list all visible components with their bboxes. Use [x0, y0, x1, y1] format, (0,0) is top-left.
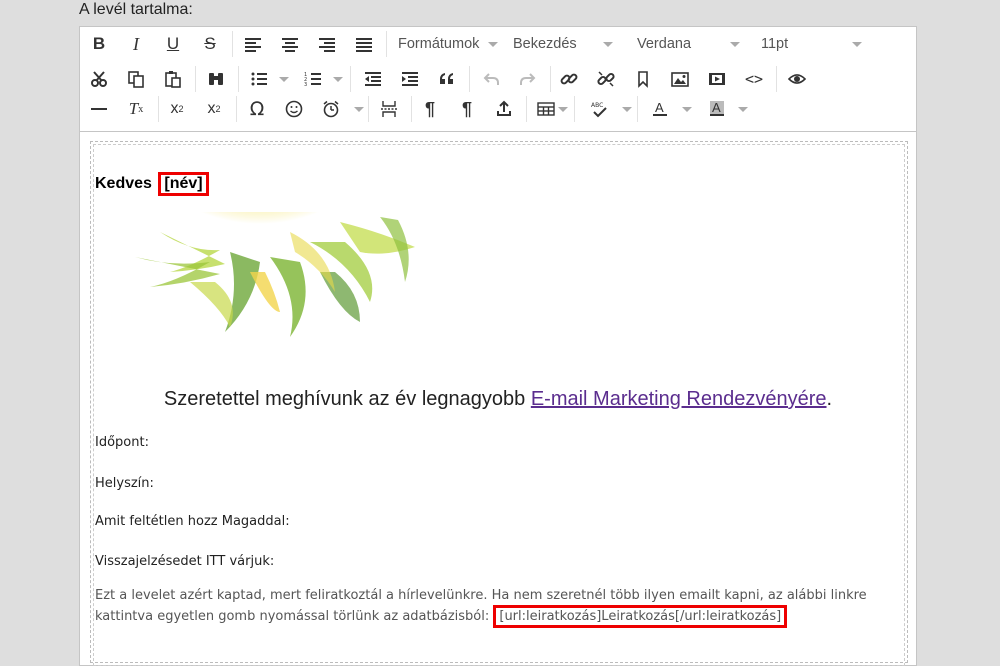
text-color-dropdown[interactable]: [682, 107, 692, 112]
toolbar-row-1: B I U S Formátumok Bekezdés Verdana 11pt: [80, 30, 916, 60]
emoticon-icon[interactable]: [279, 95, 309, 123]
indent-icon[interactable]: [395, 65, 425, 93]
flower-banner-image[interactable]: [130, 212, 422, 342]
block-format-label: Bekezdés: [513, 36, 577, 52]
find-replace-icon[interactable]: [201, 65, 231, 93]
insert-time-icon[interactable]: [316, 95, 346, 123]
formats-label: Formátumok: [398, 36, 480, 52]
underline-icon[interactable]: U: [158, 30, 188, 58]
blockquote-icon[interactable]: [432, 65, 462, 93]
greeting-line: Kedves [név]: [95, 172, 209, 196]
outdent-icon[interactable]: [358, 65, 388, 93]
rtl-paragraph-icon[interactable]: ¶: [452, 95, 482, 123]
background-color-icon[interactable]: A: [702, 95, 732, 123]
greeting-prefix: Kedves: [95, 175, 152, 192]
table-dropdown[interactable]: [558, 107, 568, 112]
spellcheck-dropdown[interactable]: [622, 107, 632, 112]
toolbar-row-2: 123 <>: [80, 65, 916, 95]
superscript-icon[interactable]: x2: [199, 95, 229, 123]
link-icon[interactable]: [554, 65, 584, 93]
source-code-icon[interactable]: <>: [739, 65, 769, 93]
insert-time-dropdown[interactable]: [354, 107, 364, 112]
svg-text:A: A: [712, 100, 721, 115]
footer-paragraph: Ezt a levelet azért kaptad, mert felirat…: [95, 587, 895, 628]
rich-text-editor: B I U S Formátumok Bekezdés Verdana 11pt…: [79, 26, 917, 666]
bullet-list-icon[interactable]: [244, 65, 274, 93]
numbered-list-dropdown[interactable]: [333, 77, 343, 82]
field-bring: Amit feltétlen hozz Magaddal:: [95, 514, 290, 529]
field-location: Helyszín:: [95, 476, 154, 491]
paste-icon[interactable]: [158, 65, 188, 93]
insert-icon[interactable]: [489, 95, 519, 123]
formats-dropdown[interactable]: Formátumok: [398, 30, 498, 58]
font-size-label: 11pt: [761, 36, 789, 52]
unsubscribe-tag[interactable]: [url:leiratkozás]Leiratkozás[/url:leirat…: [493, 605, 788, 628]
table-icon[interactable]: [531, 95, 561, 123]
field-rsvp: Visszajelzésedet ITT várjuk:: [95, 554, 275, 569]
font-size-dropdown[interactable]: 11pt: [761, 30, 862, 58]
undo-icon[interactable]: [476, 65, 506, 93]
svg-text:ABC: ABC: [591, 102, 603, 109]
ltr-paragraph-icon[interactable]: ¶: [415, 95, 445, 123]
strikethrough-icon[interactable]: S: [195, 30, 225, 58]
invitation-text: Szeretettel meghívunk az év legnagyobb: [163, 388, 531, 410]
background-color-dropdown[interactable]: [738, 107, 748, 112]
svg-text:A: A: [655, 100, 664, 115]
event-link[interactable]: E-mail Marketing Rendezvényére: [531, 388, 827, 410]
toolbar-row-3: Tx x2 x2 Ω ¶ ¶ ABC A A: [80, 95, 916, 125]
font-family-label: Verdana: [637, 36, 692, 52]
align-left-icon[interactable]: [238, 30, 268, 58]
italic-icon[interactable]: I: [121, 30, 151, 58]
copy-icon[interactable]: [121, 65, 151, 93]
field-date: Időpont:: [95, 435, 149, 450]
align-justify-icon[interactable]: [349, 30, 379, 58]
invitation-line: Szeretettel meghívunk az év legnagyobb E…: [80, 388, 916, 411]
bookmark-icon[interactable]: [628, 65, 658, 93]
redo-icon[interactable]: [513, 65, 543, 93]
spellcheck-icon[interactable]: ABC: [584, 95, 614, 123]
preview-eye-icon[interactable]: [782, 65, 812, 93]
align-right-icon[interactable]: [312, 30, 342, 58]
numbered-list-icon[interactable]: 123: [298, 65, 328, 93]
image-icon[interactable]: [665, 65, 695, 93]
bullet-list-dropdown[interactable]: [279, 77, 289, 82]
special-character-icon[interactable]: Ω: [242, 95, 272, 123]
align-center-icon[interactable]: [275, 30, 305, 58]
content-section-label: A levél tartalma:: [79, 1, 193, 18]
block-format-dropdown[interactable]: Bekezdés: [513, 30, 613, 58]
media-icon[interactable]: [702, 65, 732, 93]
text-color-icon[interactable]: A: [645, 95, 675, 123]
clear-formatting-icon[interactable]: Tx: [121, 95, 151, 123]
editor-toolbar: B I U S Formátumok Bekezdés Verdana 11pt…: [80, 27, 916, 132]
horizontal-line-icon[interactable]: [84, 95, 114, 123]
svg-text:3: 3: [304, 82, 307, 88]
cut-icon[interactable]: [84, 65, 114, 93]
subscript-icon[interactable]: x2: [162, 95, 192, 123]
font-family-dropdown[interactable]: Verdana: [637, 30, 740, 58]
bold-icon[interactable]: B: [84, 30, 114, 58]
unlink-icon[interactable]: [591, 65, 621, 93]
name-placeholder[interactable]: [név]: [158, 172, 209, 196]
invitation-end: .: [826, 388, 833, 410]
page-break-icon[interactable]: [374, 95, 404, 123]
